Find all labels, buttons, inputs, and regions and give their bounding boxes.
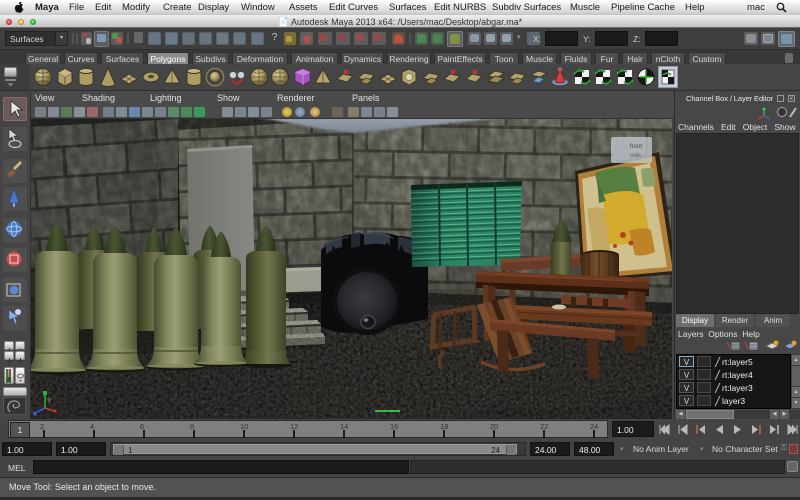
svg-text:front: front <box>630 144 642 150</box>
svg-text:side: side <box>630 153 642 159</box>
